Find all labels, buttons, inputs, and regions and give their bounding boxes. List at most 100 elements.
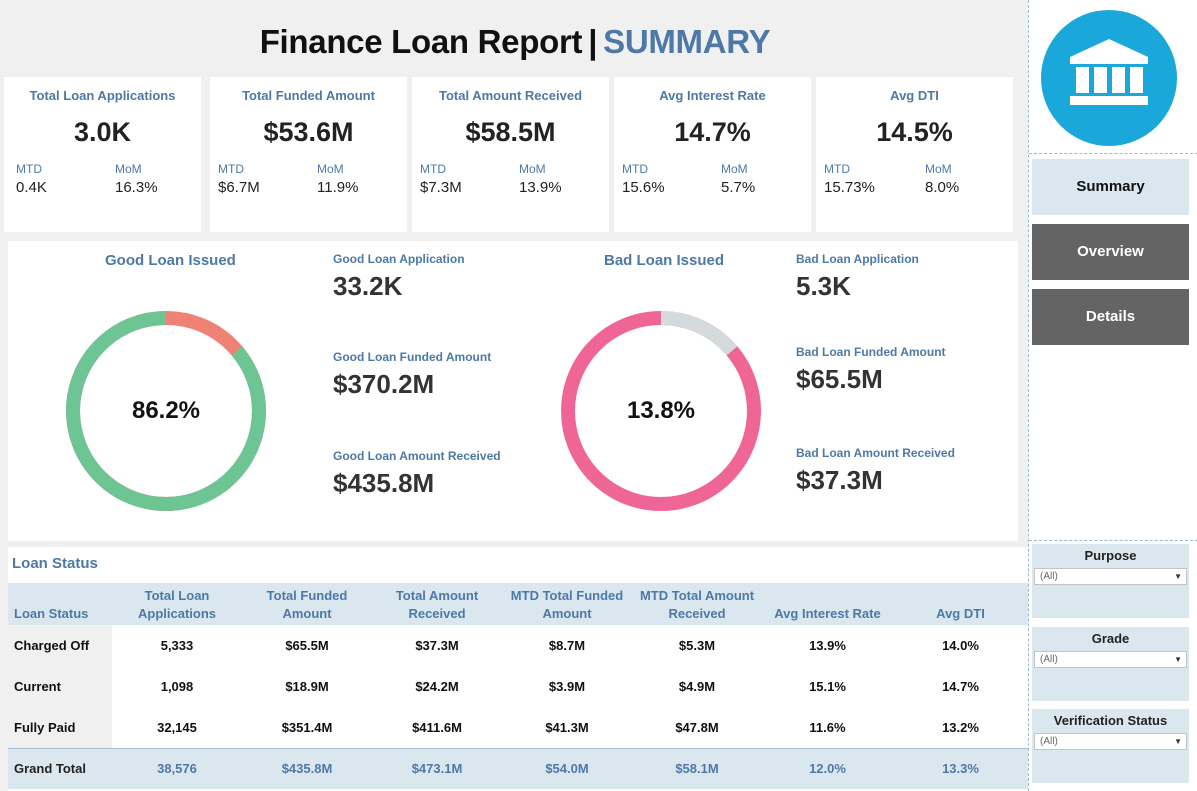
bad-loan-received-value: $37.3M [796,465,883,495]
bad-loan-title: Bad Loan Issued [604,252,725,269]
loan-status-table: Loan Status Total Loan Applications Tota… [8,583,1028,789]
chevron-down-icon[interactable]: ▼ [1174,569,1182,584]
kpi-value: $53.6M [263,117,354,147]
divider [1029,540,1197,541]
good-loan-title: Good Loan Issued [105,252,236,269]
nav-summary-button[interactable]: Summary [1032,159,1189,215]
table-cell: Current [8,666,112,707]
column-header[interactable]: Avg Interest Rate [762,583,893,625]
table-cell: 14.0% [942,638,979,653]
kpi-mom-label: MoM [115,162,142,176]
good-loan-application-label: Good Loan Application [333,252,465,266]
kpi-mom-label: MoM [519,162,546,176]
kpi-mtd-label: MTD [218,162,244,176]
kpi-mom-value: 8.0% [925,179,960,196]
column-header[interactable]: Avg DTI [893,583,1028,625]
good-loan-application-value: 33.2K [333,271,403,301]
table-cell: 38,576 [112,747,242,789]
bank-icon [1070,39,1148,105]
column-header[interactable]: MTD Total Funded Amount [502,583,632,625]
kpi-card-avg-dti: Avg DTI 14.5% MTD 15.73% MoM 8.0% [816,77,1013,232]
good-loan-funded-value: $370.2M [333,369,435,399]
title-accent: SUMMARY [603,23,771,60]
good-loan-received-label: Good Loan Amount Received [333,449,501,463]
filter-title: Grade [1091,631,1130,646]
kpi-mom-value: 11.9% [317,179,359,196]
kpi-label: Total Loan Applications [29,88,176,103]
filter-title: Purpose [1084,548,1137,563]
table-row: Current 1,098 $18.9M $24.2M $3.9M $4.9M … [8,666,1028,707]
table-cell: $4.9M [678,679,716,694]
chevron-down-icon[interactable]: ▼ [1174,652,1182,667]
report-header: Finance Loan Report | SUMMARY [4,4,1026,76]
table-cell: $411.6M [412,719,462,735]
kpi-mtd-label: MTD [420,162,446,176]
table-row: Fully Paid 32,145 $351.4M $411.6M $41.3M… [8,707,1028,748]
verification-status-select[interactable]: (All) ▼ [1034,733,1187,750]
kpi-mtd-label: MTD [824,162,850,176]
kpi-label: Total Amount Received [438,88,583,103]
column-header[interactable]: Total Loan Applications [112,583,242,625]
kpi-mtd-value: 15.73% [824,179,875,196]
table-cell: 15.1% [809,679,846,694]
bad-loan-percent: 13.8% [626,397,696,424]
loan-quality-section: Good Loan Issued 86.2% Good Loan Applica… [8,241,1018,541]
table-cell: 11.6% [809,719,846,735]
table-cell: Grand Total [8,747,112,789]
kpi-value: 14.5% [876,117,953,147]
table-cell: $54.0M [502,747,632,789]
chevron-down-icon[interactable]: ▼ [1174,734,1182,749]
loan-status-section: Loan Status Loan Status Total Loan Appli… [8,547,1028,791]
kpi-mtd-value: 15.6% [622,179,665,196]
select-value: (All) [1040,736,1058,747]
kpi-card-total-received: Total Amount Received $58.5M MTD $7.3M M… [412,77,609,232]
bad-loan-received-label: Bad Loan Amount Received [796,446,955,460]
kpi-card-total-applications: Total Loan Applications 3.0K MTD 0.4K Mo… [4,77,201,232]
column-header[interactable]: MTD Total Amount Received [632,583,762,625]
table-cell: 5,333 [160,638,194,653]
kpi-mtd-label: MTD [622,162,648,176]
filter-purpose: Purpose (All) ▼ [1032,544,1189,618]
table-cell: $24.2M [415,679,459,694]
kpi-mom-label: MoM [721,162,748,176]
table-cell: 13.9% [809,638,846,653]
table-cell: $37.3M [415,638,459,653]
table-cell: $41.3M [545,719,589,735]
title-main: Finance Loan Report [259,23,583,60]
nav-overview-button[interactable]: Overview [1032,224,1189,280]
kpi-mom-value: 16.3% [115,179,158,196]
nav-details-button[interactable]: Details [1032,289,1189,345]
table-cell: $351.4M [281,719,333,735]
column-header[interactable]: Loan Status [8,583,112,625]
page-title: Finance Loan Report | SUMMARY [4,4,1026,80]
table-cell: 32,145 [157,719,197,735]
kpi-mom-value: 5.7% [721,179,756,196]
title-separator: | [588,23,598,60]
grade-select[interactable]: (All) ▼ [1034,651,1187,668]
select-value: (All) [1040,571,1058,582]
dashboard-main: Finance Loan Report | SUMMARY Total Loan A… [0,0,1028,791]
good-loan-percent: 86.2% [131,397,201,424]
table-cell: Charged Off [8,625,112,666]
purpose-select[interactable]: (All) ▼ [1034,568,1187,585]
table-cell: 14.7% [942,679,979,694]
table-cell: $65.5M [285,638,329,653]
bad-loan-funded-label: Bad Loan Funded Amount [796,345,946,359]
kpi-value: 14.7% [674,117,751,147]
kpi-mtd-value: 0.4K [16,179,47,196]
logo [1041,10,1177,146]
filter-verification-status: Verification Status (All) ▼ [1032,709,1189,783]
kpi-card-avg-interest: Avg Interest Rate 14.7% MTD 15.6% MoM 5.… [614,77,811,232]
column-header[interactable]: Total Funded Amount [242,583,372,625]
table-cell: $435.8M [242,747,372,789]
kpi-mom-value: 13.9% [519,179,562,196]
filter-grade: Grade (All) ▼ [1032,627,1189,701]
table-cell: 1,098 [160,679,194,694]
good-loan-received-value: $435.8M [333,468,435,498]
column-header[interactable]: Total Amount Received [372,583,502,625]
kpi-mtd-value: $6.7M [218,179,260,196]
kpi-mtd-label: MTD [16,162,42,176]
table-cell: $5.3M [678,638,716,653]
loan-status-title: Loan Status [12,555,98,572]
table-row: Charged Off 5,333 $65.5M $37.3M $8.7M $5… [8,625,1028,666]
